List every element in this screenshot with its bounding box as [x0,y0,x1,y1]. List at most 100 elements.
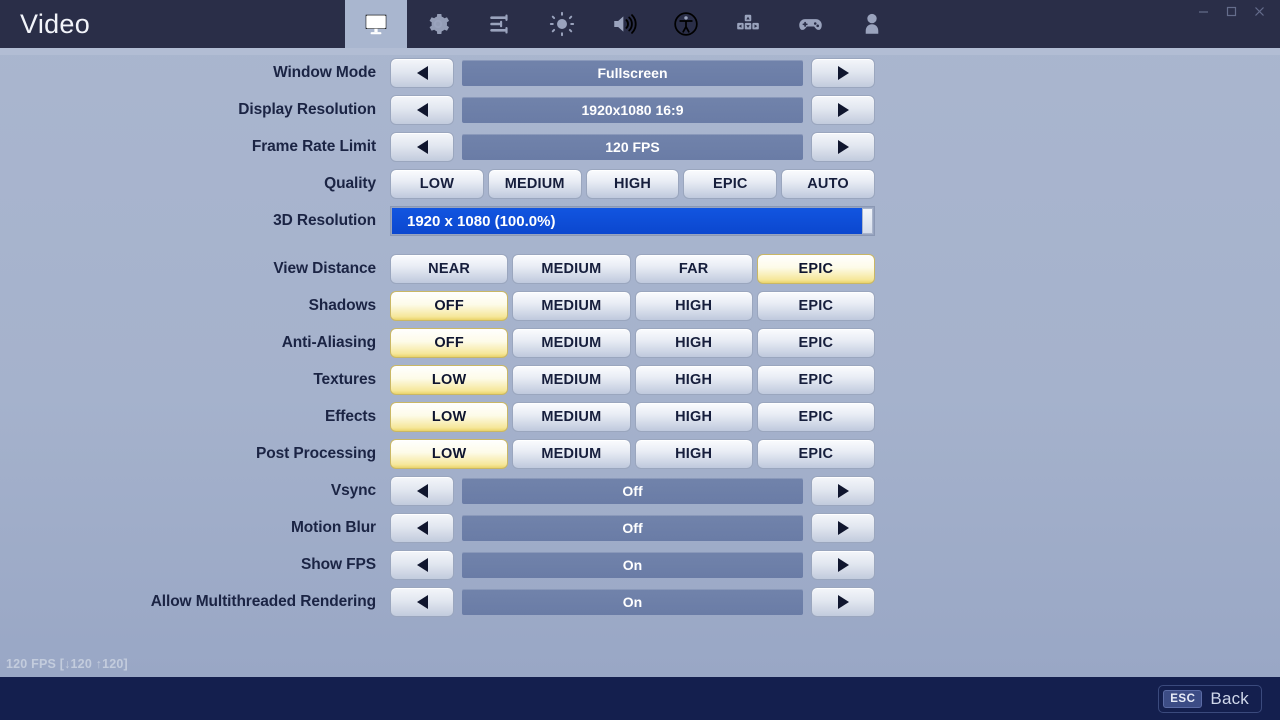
setting-row-anti-aliasing: Anti-Aliasing OFF MEDIUM HIGH EPIC [0,325,1280,361]
segment-post-processing-high[interactable]: HIGH [634,439,753,469]
close-icon[interactable] [1246,2,1272,20]
tab-brightness[interactable] [469,0,531,48]
setting-label-show-fps: Show FPS [301,556,376,573]
tab-controller[interactable] [779,0,841,48]
setting-value-motion-blur[interactable]: Off [462,515,803,541]
tab-input[interactable] [717,0,779,48]
segment-effects-low[interactable]: LOW [390,402,509,432]
segment-group-view-distance: NEAR MEDIUM FAR EPIC [390,254,875,284]
setting-control-shadows: OFF MEDIUM HIGH EPIC [390,291,875,322]
slider-handle-3d-resolution[interactable] [862,208,873,234]
segment-post-processing-medium[interactable]: MEDIUM [512,439,631,469]
segment-effects-medium[interactable]: MEDIUM [512,402,631,432]
setting-label-post-processing: Post Processing [256,445,376,462]
setting-row-effects: Effects LOW MEDIUM HIGH EPIC [0,399,1280,435]
tab-video[interactable] [345,0,407,48]
segment-view-distance-near[interactable]: NEAR [390,254,509,284]
segment-post-processing-low[interactable]: LOW [390,439,509,469]
setting-control-show-fps: On [390,550,875,581]
prev-arrow-button-frame-rate-limit[interactable] [390,132,454,162]
setting-row-frame-rate-limit: Frame Rate Limit 120 FPS [0,129,1280,165]
segment-view-distance-medium[interactable]: MEDIUM [512,254,631,284]
chevron-right-icon [837,521,849,535]
setting-value-display-resolution[interactable]: 1920x1080 16:9 [462,97,803,123]
tab-display[interactable] [531,0,593,48]
page-title: Video [20,8,91,39]
tab-account[interactable] [841,0,903,48]
prev-arrow-button-display-resolution[interactable] [390,95,454,125]
next-arrow-button-window-mode[interactable] [811,58,875,88]
minimize-icon[interactable] [1190,2,1216,20]
setting-control-motion-blur: Off [390,513,875,544]
setting-value-window-mode[interactable]: Fullscreen [462,60,803,86]
next-arrow-button-vsync[interactable] [811,476,875,506]
setting-row-view-distance: View Distance NEAR MEDIUM FAR EPIC [0,251,1280,287]
segment-textures-epic[interactable]: EPIC [756,365,875,395]
segment-shadows-medium[interactable]: MEDIUM [512,291,631,321]
prev-arrow-button-motion-blur[interactable] [390,513,454,543]
setting-label-view-distance: View Distance [273,260,376,277]
setting-control-vsync: Off [390,476,875,507]
maximize-icon[interactable] [1218,2,1244,20]
segment-textures-medium[interactable]: MEDIUM [512,365,631,395]
segment-anti-aliasing-off[interactable]: OFF [390,328,509,358]
next-arrow-button-display-resolution[interactable] [811,95,875,125]
setting-value-show-fps[interactable]: On [462,552,803,578]
segment-textures-low[interactable]: LOW [390,365,509,395]
chevron-right-icon [837,595,849,609]
setting-label-anti-aliasing: Anti-Aliasing [281,334,376,351]
setting-value-allow-multithreaded-rendering[interactable]: On [462,589,803,615]
setting-row-show-fps: Show FPS On [0,547,1280,583]
tab-game[interactable] [407,0,469,48]
segment-textures-high[interactable]: HIGH [634,365,753,395]
setting-label-vsync: Vsync [330,482,376,499]
segment-post-processing-epic[interactable]: EPIC [756,439,875,469]
setting-control-textures: LOW MEDIUM HIGH EPIC [390,365,875,396]
segment-anti-aliasing-epic[interactable]: EPIC [756,328,875,358]
slider-3d-resolution[interactable]: 1920 x 1080 (100.0%) [390,206,875,236]
segment-quality-auto[interactable]: AUTO [781,169,875,199]
prev-arrow-button-window-mode[interactable] [390,58,454,88]
chevron-right-icon [837,140,849,154]
tab-accessibility[interactable] [655,0,717,48]
next-arrow-button-show-fps[interactable] [811,550,875,580]
next-arrow-button-frame-rate-limit[interactable] [811,132,875,162]
settings-list: Window Mode Fullscreen Display Resolution 1… [0,55,1280,621]
prev-arrow-button-vsync[interactable] [390,476,454,506]
segment-view-distance-far[interactable]: FAR [634,254,753,284]
prev-arrow-button-allow-multithreaded-rendering[interactable] [390,587,454,617]
app-footer: ESC Back [0,677,1280,720]
segment-quality-medium[interactable]: MEDIUM [487,169,582,199]
setting-value-frame-rate-limit[interactable]: 120 FPS [462,134,803,160]
segment-group-post-processing: LOW MEDIUM HIGH EPIC [390,439,875,469]
segment-effects-epic[interactable]: EPIC [756,402,875,432]
settings-nav-tabs [345,0,1280,48]
segment-quality-epic[interactable]: EPIC [683,169,778,199]
back-button[interactable]: ESC Back [1158,684,1262,713]
setting-row-motion-blur: Motion Blur Off [0,510,1280,546]
segment-shadows-off[interactable]: OFF [390,291,509,321]
setting-label-textures: Textures [313,371,376,388]
segment-quality-high[interactable]: HIGH [585,169,680,199]
slider-value-3d-resolution: 1920 x 1080 (100.0%) [407,212,556,230]
sun-icon [549,11,575,37]
setting-control-view-distance: NEAR MEDIUM FAR EPIC [390,254,875,285]
tab-audio[interactable] [593,0,655,48]
chevron-left-icon [416,66,428,80]
segment-effects-high[interactable]: HIGH [634,402,753,432]
segment-view-distance-epic[interactable]: EPIC [756,254,875,284]
chevron-right-icon [837,103,849,117]
setting-value-vsync[interactable]: Off [462,478,803,504]
segment-shadows-high[interactable]: HIGH [634,291,753,321]
speaker-icon [611,11,637,37]
setting-label-frame-rate-limit: Frame Rate Limit [251,138,376,155]
chevron-left-icon [416,558,428,572]
next-arrow-button-motion-blur[interactable] [811,513,875,543]
segment-anti-aliasing-medium[interactable]: MEDIUM [512,328,631,358]
prev-arrow-button-show-fps[interactable] [390,550,454,580]
next-arrow-button-allow-multithreaded-rendering[interactable] [811,587,875,617]
setting-control-allow-multithreaded-rendering: On [390,587,875,618]
segment-anti-aliasing-high[interactable]: HIGH [634,328,753,358]
segment-quality-low[interactable]: LOW [390,169,484,199]
segment-shadows-epic[interactable]: EPIC [756,291,875,321]
